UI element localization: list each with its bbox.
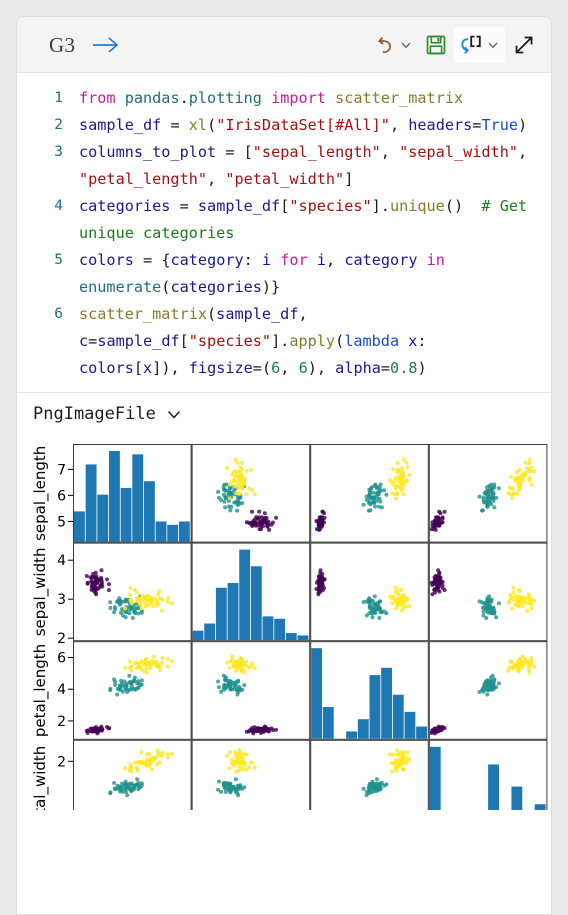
code-line: 4 categories = sample_df["species"].uniq… <box>17 193 551 247</box>
y-tick-label: 4 <box>57 553 66 569</box>
code-line: 3 columns_to_plot = ["sepal_length", "se… <box>17 139 551 193</box>
scatter-matrix-output: sepal_length 5 6 7 sepal_width 2 3 4 petal_lengt… <box>17 435 551 810</box>
y-tick-label: 7 <box>57 462 66 478</box>
save-button[interactable] <box>420 27 452 63</box>
axis-label-sepal_width: sepal_width <box>31 548 50 637</box>
y-tick-label: 6 <box>57 651 66 667</box>
axis-label-sepal_length: sepal_length <box>31 446 50 541</box>
code-line: 2 sample_df = xl("IrisDataSet[#All]", he… <box>17 112 551 139</box>
code-line: 6 scatter_matrix(sample_df, c=sample_df[… <box>17 301 551 382</box>
code-line-source[interactable]: sample_df = xl("IrisDataSet[#All]", head… <box>79 112 551 139</box>
output-type-label: PngImageFile <box>33 404 156 424</box>
y-tick-label: 2 <box>57 631 66 647</box>
recalculate-brackets-icon <box>461 35 481 54</box>
undo-icon <box>378 37 391 53</box>
arrow-right-icon[interactable] <box>91 33 121 57</box>
expand-button[interactable] <box>507 27 541 63</box>
y-tick-label: 2 <box>57 714 66 730</box>
code-line: 1 from pandas.plotting import scatter_ma… <box>17 85 551 112</box>
y-tick-label: 6 <box>57 488 66 504</box>
axis-label-petal_width: petal_width <box>31 746 50 810</box>
line-number: 6 <box>54 306 63 322</box>
chevron-down-icon[interactable] <box>165 405 183 423</box>
code-line-source[interactable]: colors = {category: i for i, category in… <box>79 247 551 301</box>
y-tick-label: 3 <box>57 592 66 608</box>
line-number: 4 <box>54 198 63 214</box>
chevron-down-icon[interactable] <box>399 38 413 52</box>
code-line-source[interactable]: from pandas.plotting import scatter_matr… <box>79 85 551 112</box>
y-tick-label: 4 <box>57 682 66 698</box>
code-editor[interactable]: 1 from pandas.plotting import scatter_ma… <box>17 73 551 393</box>
chevron-down-icon[interactable] <box>486 38 500 52</box>
y-tick-label: 5 <box>57 514 66 530</box>
line-number: 1 <box>54 90 63 106</box>
toolbar-buttons <box>369 17 541 73</box>
diagonal-expand-arrows-icon <box>515 36 533 54</box>
cell-toolbar: G3 <box>17 17 551 73</box>
output-type-row[interactable]: PngImageFile <box>17 393 551 435</box>
line-number: 2 <box>54 117 63 133</box>
y-tick-label: 2 <box>57 754 66 770</box>
scatter-matrix-figure: sepal_length 5 6 7 sepal_width 2 3 4 petal_lengt… <box>31 444 548 810</box>
code-line-source[interactable]: categories = sample_df["species"].unique… <box>79 193 551 247</box>
code-line-source[interactable]: scatter_matrix(sample_df, c=sample_df["s… <box>79 301 551 382</box>
floppy-disk-save-icon <box>426 35 446 55</box>
code-line: 5 colors = {category: i for i, category … <box>17 247 551 301</box>
axis-label-petal_length: petal_length <box>31 644 50 737</box>
line-number: 5 <box>54 252 63 268</box>
undo-button[interactable] <box>369 27 418 63</box>
run-cell-button[interactable] <box>454 27 505 63</box>
line-number: 3 <box>54 144 63 160</box>
python-cell-card: G3 1 from pandas.plotting import scatter… <box>16 16 552 915</box>
cell-reference-label: G3 <box>49 33 76 57</box>
code-line-source[interactable]: columns_to_plot = ["sepal_length", "sepa… <box>79 139 551 193</box>
